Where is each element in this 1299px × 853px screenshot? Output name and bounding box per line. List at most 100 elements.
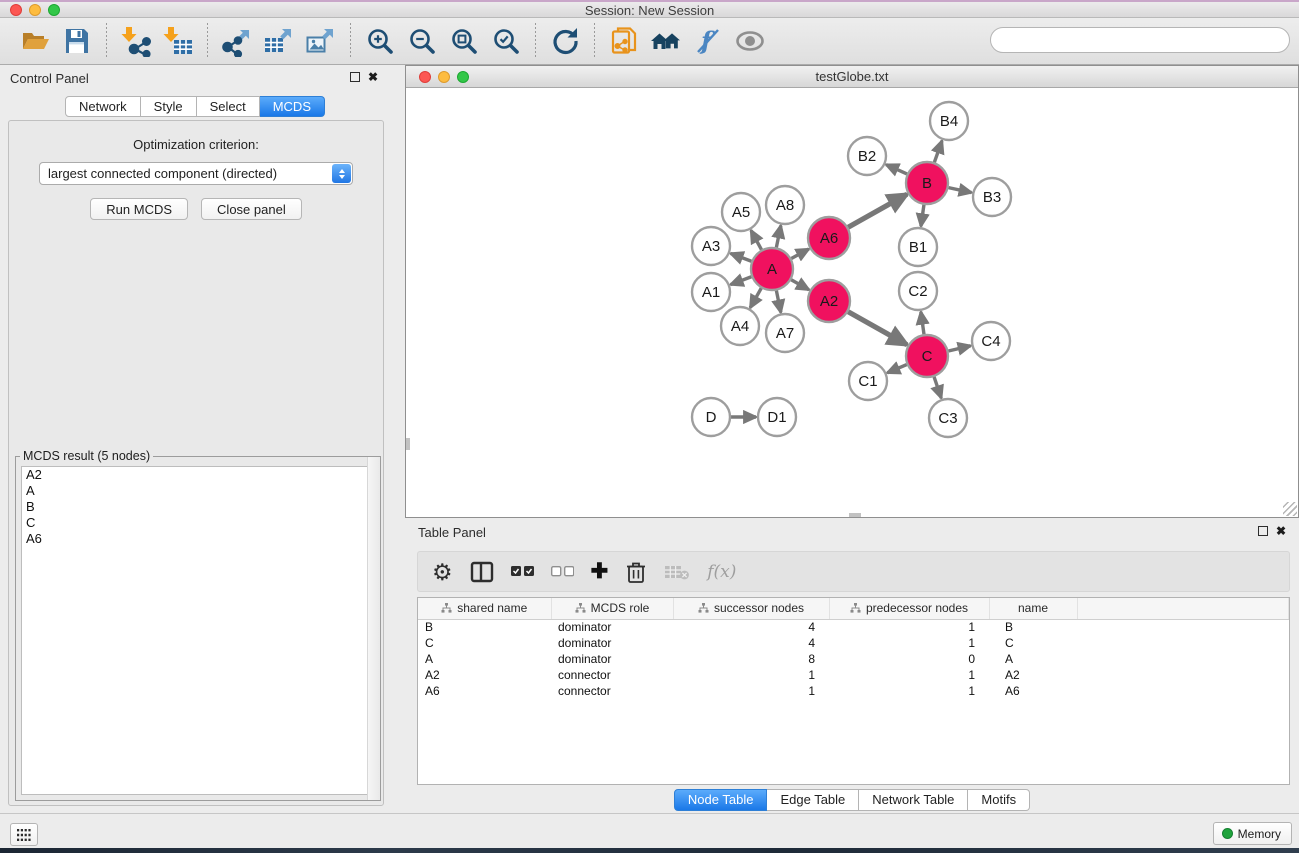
tab-node-table[interactable]: Node Table <box>674 789 768 811</box>
export-image-icon[interactable] <box>304 24 338 58</box>
graph-edge-C-C2[interactable] <box>921 312 924 334</box>
result-item[interactable]: A2 <box>22 467 374 483</box>
refresh-layout-icon[interactable] <box>548 24 582 58</box>
tab-style[interactable]: Style <box>141 96 197 117</box>
graph-node-B2[interactable]: B2 <box>848 137 886 175</box>
export-network-icon[interactable] <box>220 24 254 58</box>
network-clipboard-icon[interactable] <box>607 24 641 58</box>
column-header-name[interactable]: name <box>989 598 1077 619</box>
deselect-all-icon[interactable] <box>551 566 574 577</box>
graph-node-D1[interactable]: D1 <box>758 398 796 436</box>
table-row[interactable]: Bdominator41B <box>418 619 1289 635</box>
tab-select[interactable]: Select <box>197 96 260 117</box>
graph-edge-B-B2[interactable] <box>886 165 907 174</box>
cell-predecessor-nodes[interactable]: 1 <box>829 619 989 635</box>
table-row[interactable]: Cdominator41C <box>418 635 1289 651</box>
graph-edge-A-A5[interactable] <box>751 230 761 249</box>
result-scrollbar[interactable] <box>367 457 380 800</box>
graph-node-C2[interactable]: C2 <box>899 272 937 310</box>
cell-successor-nodes[interactable]: 4 <box>673 635 829 651</box>
graph-node-C1[interactable]: C1 <box>849 362 887 400</box>
graph-node-A[interactable]: A <box>751 248 793 290</box>
run-mcds-button[interactable]: Run MCDS <box>90 198 188 220</box>
graph-edge-A-A2[interactable] <box>791 280 809 290</box>
graph-edge-A-A1[interactable] <box>731 277 752 285</box>
create-column-icon[interactable]: ✚ <box>591 559 609 584</box>
cell-shared-name[interactable]: C <box>418 635 551 651</box>
vertical-scroll-nub[interactable] <box>406 438 410 450</box>
cell-successor-nodes[interactable]: 1 <box>673 667 829 683</box>
hide-graphics-details-icon[interactable]: f <box>691 24 725 58</box>
cell-name[interactable]: C <box>989 635 1077 651</box>
eye-icon[interactable] <box>733 24 767 58</box>
memory-button[interactable]: Memory <box>1213 822 1292 845</box>
zoom-selected-icon[interactable] <box>489 24 523 58</box>
column-header-MCDS-role[interactable]: MCDS role <box>551 598 673 619</box>
graph-node-B4[interactable]: B4 <box>930 102 968 140</box>
graph-edge-C-C4[interactable] <box>948 346 970 351</box>
graph-edge-A-A8[interactable] <box>776 226 780 248</box>
graph-node-A4[interactable]: A4 <box>721 307 759 345</box>
cell-MCDS-role[interactable]: dominator <box>551 619 673 635</box>
tab-mcds[interactable]: MCDS <box>260 96 325 117</box>
float-panel-icon[interactable] <box>350 72 360 82</box>
cell-shared-name[interactable]: A6 <box>418 683 551 699</box>
network-canvas[interactable]: B4B2BB3A8A5A6A3B1AA1C2A2A4A7C4CC1C3DD1 <box>406 88 1298 517</box>
delete-columns-icon[interactable] <box>625 560 647 584</box>
result-item[interactable]: A6 <box>22 531 374 547</box>
graph-node-B[interactable]: B <box>906 162 948 204</box>
graph-edge-A2-C[interactable] <box>848 312 907 345</box>
column-header-shared-name[interactable]: shared name <box>418 598 551 619</box>
cell-MCDS-role[interactable]: connector <box>551 683 673 699</box>
graph-node-C[interactable]: C <box>906 335 948 377</box>
cell-predecessor-nodes[interactable]: 1 <box>829 635 989 651</box>
graph-edge-C-C1[interactable] <box>887 365 906 373</box>
tab-network-table[interactable]: Network Table <box>859 789 968 811</box>
home-icon[interactable] <box>649 24 683 58</box>
result-item[interactable]: C <box>22 515 374 531</box>
task-history-button[interactable] <box>10 823 38 846</box>
graph-edge-A-A4[interactable] <box>750 288 761 308</box>
horizontal-scroll-nub[interactable] <box>849 513 861 517</box>
graph-node-A5[interactable]: A5 <box>722 193 760 231</box>
graph-edge-A-A3[interactable] <box>731 253 752 261</box>
graph-node-B3[interactable]: B3 <box>973 178 1011 216</box>
function-builder-icon[interactable]: f(x) <box>707 562 736 582</box>
zoom-fit-icon[interactable] <box>447 24 481 58</box>
graph-node-A8[interactable]: A8 <box>766 186 804 224</box>
graph-node-C3[interactable]: C3 <box>929 399 967 437</box>
table-row[interactable]: A2connector11A2 <box>418 667 1289 683</box>
graph-edge-A6-B[interactable] <box>848 194 907 227</box>
zoom-out-icon[interactable] <box>405 24 439 58</box>
open-session-icon[interactable] <box>18 24 52 58</box>
close-panel-button[interactable]: Close panel <box>201 198 302 220</box>
network-window-titlebar[interactable]: testGlobe.txt <box>406 66 1298 88</box>
delete-table-icon[interactable] <box>664 564 690 580</box>
column-header-successor-nodes[interactable]: successor nodes <box>673 598 829 619</box>
show-column-icon[interactable] <box>470 560 494 584</box>
cell-predecessor-nodes[interactable]: 1 <box>829 667 989 683</box>
graph-edge-B-B1[interactable] <box>921 205 924 226</box>
cell-successor-nodes[interactable]: 8 <box>673 651 829 667</box>
float-table-panel-icon[interactable] <box>1258 526 1268 536</box>
resize-grip[interactable] <box>1283 502 1297 516</box>
graph-node-B1[interactable]: B1 <box>899 228 937 266</box>
graph-node-A6[interactable]: A6 <box>808 217 850 259</box>
graph-edge-C-C3[interactable] <box>934 377 941 398</box>
import-table-icon[interactable] <box>161 24 195 58</box>
graph-node-C4[interactable]: C4 <box>972 322 1010 360</box>
cell-successor-nodes[interactable]: 1 <box>673 683 829 699</box>
cell-predecessor-nodes[interactable]: 0 <box>829 651 989 667</box>
graph-node-A1[interactable]: A1 <box>692 273 730 311</box>
table-options-icon[interactable]: ⚙ <box>432 561 453 583</box>
cell-MCDS-role[interactable]: connector <box>551 667 673 683</box>
result-item[interactable]: B <box>22 499 374 515</box>
graph-node-A7[interactable]: A7 <box>766 314 804 352</box>
search-input[interactable] <box>990 27 1290 53</box>
cell-name[interactable]: A6 <box>989 683 1077 699</box>
close-panel-icon[interactable]: ✖ <box>368 72 378 82</box>
table-row[interactable]: A6connector11A6 <box>418 683 1289 699</box>
tab-motifs[interactable]: Motifs <box>968 789 1030 811</box>
zoom-in-icon[interactable] <box>363 24 397 58</box>
table-row[interactable]: Adominator80A <box>418 651 1289 667</box>
